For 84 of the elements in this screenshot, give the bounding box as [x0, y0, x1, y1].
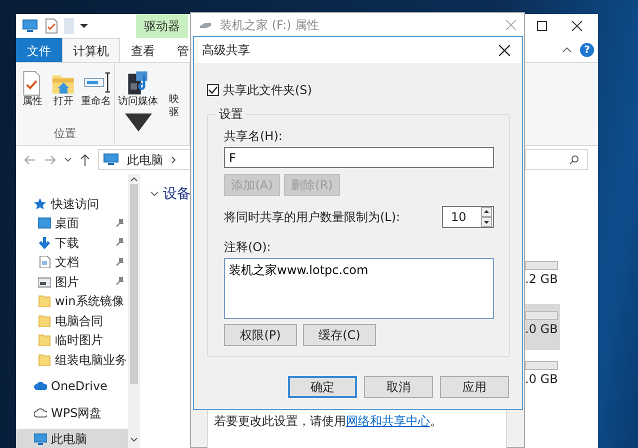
maximize-icon[interactable] [537, 21, 547, 31]
dialog-button[interactable]: 确定 [288, 376, 357, 398]
ribbon-button[interactable]: 访问媒体 [117, 67, 159, 138]
search-icon [569, 154, 579, 165]
desktop-icon [38, 217, 51, 230]
checkbox[interactable] [207, 84, 219, 96]
picture-icon [38, 276, 51, 288]
ribbon-button[interactable]: 映 驱 [161, 67, 187, 121]
network-sharing-link[interactable]: 网络和共享中心 [346, 414, 430, 428]
comment-field[interactable]: 装机之家www.lotpc.com [224, 258, 494, 319]
ribbon-tab[interactable]: 查看 [120, 38, 166, 62]
help-button[interactable]: ? [580, 43, 594, 57]
ribbon-button[interactable]: 属性 [18, 67, 47, 110]
dialog-button[interactable]: 应用 [440, 376, 509, 398]
sidebar-item[interactable]: 临时图片 [16, 330, 128, 350]
chevron-right-icon[interactable] [171, 156, 176, 164]
sidebar-item[interactable]: 快速访问 [16, 194, 128, 214]
folder-icon [38, 354, 51, 366]
field-label: 共享名(H): [224, 128, 284, 145]
collapse-ribbon-icon[interactable] [562, 47, 572, 53]
cloud-icon [34, 380, 47, 392]
scrollbar-thumb[interactable] [130, 184, 138, 384]
document-icon [38, 256, 51, 268]
close-icon[interactable] [499, 44, 510, 56]
properties-icon[interactable] [44, 18, 58, 34]
sidebar-item[interactable]: 组装电脑业务 [16, 350, 128, 370]
context-tab[interactable]: 驱动器 [136, 14, 188, 38]
sidebar-item[interactable]: win系统镜像 [16, 291, 128, 311]
sidebar-item[interactable]: 下载 [16, 232, 128, 252]
dialog-button[interactable]: 权限(P) [224, 324, 297, 346]
drive-icon [199, 21, 212, 29]
folder-icon [38, 314, 51, 327]
dialog-button[interactable]: 取消 [364, 376, 433, 398]
back-icon[interactable] [24, 154, 36, 165]
sidebar-item[interactable]: 桌面 [16, 213, 128, 233]
group-label: 位置 [53, 126, 77, 142]
section-header[interactable]: 设备 [163, 184, 191, 205]
scroll-up-icon[interactable] [130, 176, 138, 182]
sidebar-item[interactable]: 电脑合同 [16, 310, 128, 330]
computer-icon[interactable] [22, 19, 38, 33]
download-arrow-icon [38, 236, 51, 249]
sidebar-item[interactable]: 文档 [16, 252, 128, 272]
drive-size: .0 GB [525, 370, 559, 388]
forward-icon[interactable] [44, 154, 56, 165]
drive-tile[interactable]: .2 GB [523, 254, 560, 300]
computer-icon [34, 433, 47, 446]
dialog-button[interactable]: 缓存(C) [303, 324, 376, 346]
note-text: 若要更改此设置，请使用网络和共享中心。 [214, 414, 442, 428]
spin-arrows-icon[interactable] [481, 207, 492, 227]
group-label: 设置 [218, 106, 244, 123]
search-field[interactable] [525, 149, 588, 170]
folder-icon [38, 334, 51, 346]
dialog-title: 高级共享 [202, 42, 251, 59]
share-name-field[interactable]: F [224, 147, 494, 168]
drive-tile[interactable]: .0 GB [523, 354, 560, 400]
ribbon-tab[interactable]: 文件 [16, 38, 62, 62]
window-title: 装机之家 (F:) 属性 [220, 17, 320, 34]
up-icon[interactable] [80, 154, 90, 166]
scroll-down-icon[interactable] [130, 437, 138, 442]
caret-icon[interactable] [80, 23, 88, 29]
computer-icon [103, 153, 119, 166]
user-limit-spinner[interactable]: 10 [442, 206, 494, 228]
spinner-value: 10 [450, 209, 468, 226]
ribbon-button[interactable]: 重命名 [80, 67, 112, 110]
scrollbar[interactable] [128, 174, 140, 448]
drive-size: .2 GB [525, 270, 559, 288]
drive-tile[interactable]: .0 GB [523, 304, 560, 350]
cloud-icon [34, 406, 47, 419]
ribbon-tab[interactable]: 计算机 [62, 38, 120, 62]
chevron-down-icon[interactable] [150, 191, 159, 198]
ribbon-button[interactable]: 打开 [49, 67, 78, 110]
sidebar-item[interactable]: 此电脑 [16, 429, 128, 448]
checkbox-label[interactable]: 共享此文件夹(S) [223, 81, 312, 99]
sidebar-item[interactable]: 图片 [16, 272, 128, 292]
sidebar-item[interactable]: OneDrive [16, 376, 128, 396]
field-label: 注释(O): [224, 239, 272, 256]
folder-icon [38, 295, 51, 308]
star-icon [34, 198, 47, 210]
sidebar-item[interactable]: WPS网盘 [16, 402, 128, 422]
drive-size: .0 GB [525, 320, 559, 338]
chevron-down-icon[interactable] [64, 156, 72, 163]
close-icon[interactable] [572, 21, 582, 31]
field-label: 将同时共享的用户数量限制为(L): [224, 209, 400, 226]
breadcrumb[interactable]: 此电脑 [127, 150, 163, 169]
